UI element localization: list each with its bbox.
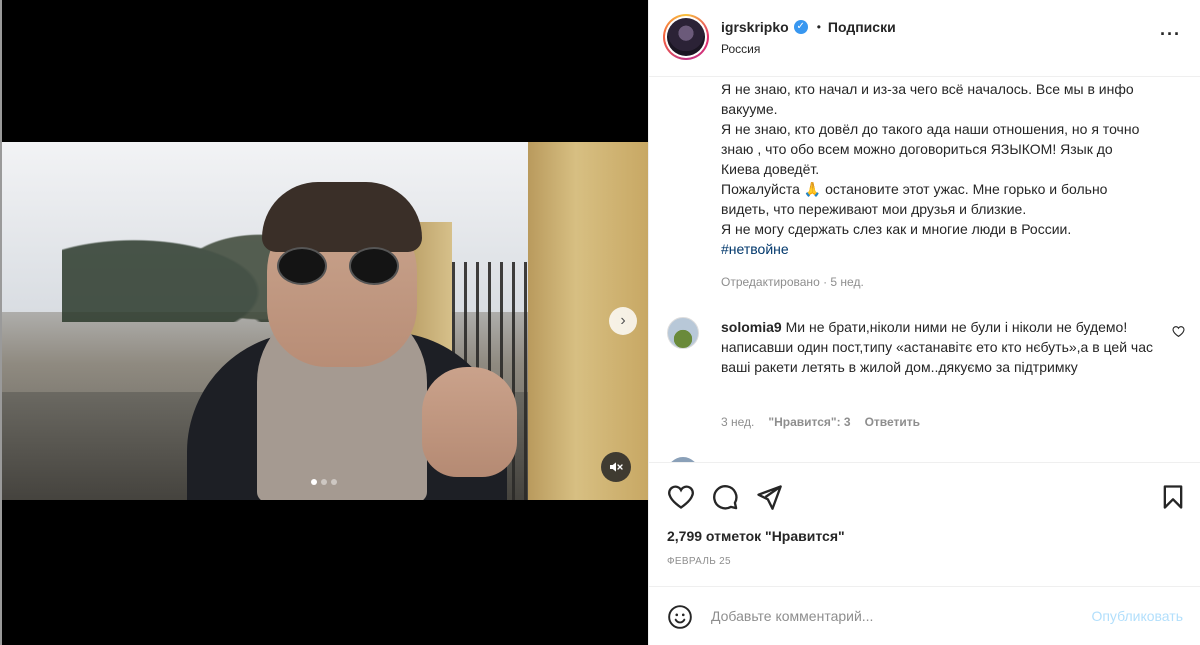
post-panel: igrskripko ✓ • Подписки Россия ··· Я не … xyxy=(648,0,1200,645)
post-actions xyxy=(649,462,1200,532)
chevron-right-icon: › xyxy=(620,312,626,329)
video-person xyxy=(177,182,517,500)
avatar-image xyxy=(667,18,705,56)
publish-button[interactable]: Опубликовать xyxy=(1091,608,1183,624)
post-caption: Я не знаю, кто начал и из-за чего всё на… xyxy=(721,79,1151,259)
post-date[interactable]: Февраль 25 xyxy=(667,556,731,567)
edited-meta: Отредактировано · 5 нед. xyxy=(721,275,864,289)
caption-line: Пожалуйста 🙏 остановите этот ужас. Мне г… xyxy=(721,181,1108,217)
post-video[interactable] xyxy=(2,142,648,500)
caption-line: Я не знаю, кто довёл до такого ада наши … xyxy=(721,121,1140,177)
comment-text: Ми не брати,ніколи ними не були і ніколи… xyxy=(721,319,1153,375)
emoji-icon[interactable] xyxy=(667,604,693,630)
follow-status-button[interactable]: Подписки xyxy=(828,19,896,35)
reply-button[interactable]: Ответить xyxy=(865,415,920,429)
author-line: igrskripko ✓ • Подписки xyxy=(721,19,896,35)
person-glasses xyxy=(349,247,399,285)
comment-meta: 3 нед. "Нравится": 3 Ответить xyxy=(721,415,920,429)
avatar-frame xyxy=(665,16,707,58)
comment-age[interactable]: 3 нед. xyxy=(721,415,754,429)
person-hair xyxy=(262,182,422,252)
person-hand xyxy=(422,367,517,477)
like-count[interactable]: 2,799 отметок "Нравится" xyxy=(667,528,845,544)
post-dialog: › igrskripko ✓ • Подписки Россия ··· Я н… xyxy=(0,0,1200,645)
mute-button[interactable] xyxy=(601,452,631,482)
comment-body: solomia9 Ми не брати,ніколи ними не були… xyxy=(721,317,1161,377)
caption-line: Я не знаю, кто начал и из-за чего всё на… xyxy=(721,81,1134,117)
share-plane-icon[interactable] xyxy=(755,483,783,511)
carousel-indicator xyxy=(311,479,337,485)
carousel-dot xyxy=(321,479,327,485)
comment-input[interactable] xyxy=(711,605,1061,627)
post-header: igrskripko ✓ • Подписки Россия ··· xyxy=(649,0,1200,77)
author-username[interactable]: igrskripko xyxy=(721,19,789,35)
comment-likes[interactable]: "Нравится": 3 xyxy=(768,415,850,429)
heart-icon xyxy=(1172,326,1185,338)
bookmark-icon[interactable] xyxy=(1159,483,1187,511)
post-location[interactable]: Россия xyxy=(721,42,760,56)
verified-badge-icon: ✓ xyxy=(793,20,808,34)
more-options-icon[interactable]: ··· xyxy=(1160,24,1181,45)
person-glasses xyxy=(277,247,327,285)
commenter-username[interactable]: solomia9 xyxy=(721,319,782,335)
commenter-avatar[interactable] xyxy=(667,317,699,349)
carousel-dot xyxy=(331,479,337,485)
comment-like-button[interactable] xyxy=(1172,325,1185,341)
caption-line: Я не могу сдержать слез как и многие люд… xyxy=(721,221,1072,237)
muted-speaker-icon xyxy=(610,462,623,472)
add-comment-bar: Опубликовать xyxy=(649,586,1200,645)
comment-bubble-icon[interactable] xyxy=(711,483,739,511)
carousel-dot xyxy=(311,479,317,485)
separator-dot: • xyxy=(816,20,821,34)
author-avatar[interactable] xyxy=(663,14,709,60)
hashtag-link[interactable]: #нетвойне xyxy=(721,241,789,257)
comments-scroll-area[interactable]: Я не знаю, кто начал и из-за чего всё на… xyxy=(649,77,1200,462)
media-area: › xyxy=(2,0,648,645)
carousel-next-button[interactable]: › xyxy=(609,307,637,335)
like-heart-icon[interactable] xyxy=(667,483,695,511)
